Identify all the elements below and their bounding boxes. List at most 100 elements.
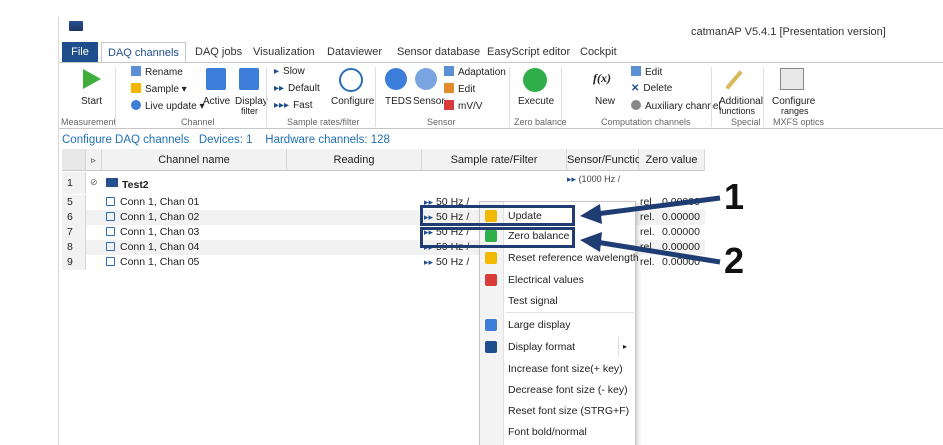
- tab-visualization[interactable]: Visualization: [247, 42, 321, 62]
- menu-item-increase-font-size-key[interactable]: Increase font size(+ key): [480, 359, 635, 379]
- menu-item-label: Large display: [508, 319, 571, 331]
- large-display-icon: [485, 319, 497, 331]
- menu-item-large-display[interactable]: Large display: [480, 315, 635, 335]
- tab-cockpit[interactable]: Cockpit: [574, 42, 623, 62]
- start-icon: [83, 69, 101, 89]
- menu-item-reset-reference-wavelength[interactable]: Reset reference wavelength: [480, 248, 639, 268]
- sample-button[interactable]: Sample ▾: [131, 83, 187, 95]
- tab-easyscript-editor[interactable]: EasyScript editor: [481, 42, 576, 62]
- configure-ranges-label: ranges: [781, 106, 809, 116]
- delete-button[interactable]: ✕ Delete: [631, 83, 672, 94]
- lightning-icon: [131, 83, 141, 93]
- zero-value-cell: 0.00000: [662, 196, 700, 208]
- channel-name[interactable]: Conn 1, Chan 04: [120, 240, 199, 255]
- menu-item-test-signal[interactable]: Test signal: [480, 291, 635, 311]
- channel-name[interactable]: Conn 1, Chan 02: [120, 210, 199, 225]
- additional-functions-label: functions: [719, 106, 756, 116]
- active-button[interactable]: Active: [203, 96, 230, 107]
- default-button[interactable]: ▸▸ Default: [274, 83, 320, 94]
- link-icon: ⊘: [90, 177, 98, 187]
- sensor-function-cell: rel.: [640, 256, 655, 268]
- header-sample-rate[interactable]: Sample rate/Filter: [422, 149, 567, 171]
- channel-name[interactable]: Conn 1, Chan 05: [120, 255, 199, 270]
- wand-icon: [725, 70, 743, 90]
- sensor-function-cell: rel.: [640, 211, 655, 223]
- edit-computation-button[interactable]: Edit: [631, 66, 662, 78]
- sensor-icon: [106, 255, 119, 270]
- header-zero-value[interactable]: Zero value: [639, 149, 705, 171]
- tab-file[interactable]: File: [62, 42, 98, 62]
- rename-icon: [131, 66, 141, 76]
- table-corner[interactable]: [62, 149, 86, 171]
- function-icon: f(x): [593, 71, 611, 85]
- callout-1: 1: [724, 176, 745, 217]
- menu-item-label: Reset font size (STRG+F): [508, 405, 630, 417]
- teds-button[interactable]: TEDS: [385, 96, 412, 107]
- menu-item-font-bold-normal[interactable]: Font bold/normal: [480, 422, 635, 442]
- highlight-zero-balance: [420, 205, 575, 226]
- row-number: 8: [62, 240, 86, 255]
- tab-daq-jobs[interactable]: DAQ jobs: [189, 42, 248, 62]
- header-sensor-function[interactable]: Sensor/Function: [567, 149, 647, 171]
- fast-button[interactable]: ▸▸▸ Fast: [274, 100, 313, 111]
- divider: [561, 67, 562, 127]
- sensor-icon: [106, 225, 119, 240]
- group-computation: Computation channels: [601, 117, 691, 127]
- sensor-button[interactable]: Sensor: [413, 96, 445, 107]
- live-update-button[interactable]: Live update ▾: [131, 100, 205, 112]
- header-channel-name[interactable]: Channel name: [102, 149, 287, 171]
- device-row[interactable]: 1 ⊘ Test2 ▸▸ (1000 Hz /: [62, 172, 705, 194]
- mv-v-button[interactable]: mV/V: [444, 100, 482, 112]
- teds-icon: [385, 68, 407, 90]
- forward-icon: ▸▸: [274, 83, 285, 94]
- auxiliary-icon: [631, 100, 641, 110]
- channel-name[interactable]: Conn 1, Chan 01: [120, 195, 199, 210]
- slow-button[interactable]: ▸ Slow: [274, 66, 305, 77]
- menu-item-display-format[interactable]: Display format ▸: [480, 337, 635, 357]
- menu-item-decrease-font-size-key[interactable]: Decrease font size (- key): [480, 380, 635, 400]
- sample-rate-cell[interactable]: ▸▸ 50 Hz /: [424, 255, 469, 270]
- adaptation-button[interactable]: Adaptation: [444, 66, 506, 78]
- rename-button[interactable]: Rename: [131, 66, 183, 78]
- execute-button[interactable]: Execute: [518, 96, 554, 107]
- hardware-channels-count: Hardware channels: 128: [265, 134, 390, 146]
- row-number: 9: [62, 255, 86, 270]
- filter-icon[interactable]: ▹: [86, 149, 102, 171]
- header-reading[interactable]: Reading: [287, 149, 422, 171]
- channel-name[interactable]: Conn 1, Chan 03: [120, 225, 199, 240]
- auxiliary-channel-button[interactable]: Auxiliary channel: [631, 100, 721, 112]
- devices-count: Devices: 1: [198, 134, 253, 146]
- divider: [266, 67, 267, 127]
- menu-item-electrical-values[interactable]: Electrical values: [480, 270, 635, 290]
- start-button[interactable]: Start: [81, 96, 102, 107]
- active-icon: [206, 68, 226, 90]
- window-title: catmanAP V5.4.1 [Presentation version]: [691, 26, 886, 38]
- tab-daq-channels[interactable]: DAQ channels: [101, 42, 186, 63]
- configure-sample-rates-button[interactable]: Configure: [331, 96, 374, 107]
- divider: [618, 337, 619, 357]
- edit-sensor-button[interactable]: Edit: [444, 83, 475, 95]
- group-channel: Channel: [181, 117, 215, 127]
- electrical-icon: [485, 274, 497, 286]
- ribbon-tabs: File DAQ channels DAQ jobs Visualization…: [59, 42, 943, 63]
- divider: [711, 67, 712, 127]
- sensor-function-cell: rel.: [640, 226, 655, 238]
- menu-item-reset-font-size-strg-f[interactable]: Reset font size (STRG+F): [480, 401, 635, 421]
- ribbon: Start Measurement Rename Sample ▾ Live u…: [59, 62, 943, 129]
- adaptation-icon: [444, 66, 454, 76]
- new-computation-button[interactable]: New: [595, 96, 615, 107]
- configure-daq-label[interactable]: Configure DAQ channels: [62, 134, 189, 146]
- app-logo-icon: [69, 21, 83, 31]
- menu-item-label: Font bold/normal: [508, 426, 587, 438]
- divider: [509, 67, 510, 127]
- device-name: Test2: [122, 179, 149, 191]
- clock-icon: [339, 68, 363, 92]
- mv-v-icon: [444, 100, 454, 110]
- group-measurement: Measurement: [61, 117, 117, 127]
- menu-item-label: Test signal: [508, 295, 558, 307]
- tab-sensor-database[interactable]: Sensor database: [391, 42, 486, 62]
- fast-forward-icon: ▸▸: [567, 174, 577, 184]
- submenu-arrow-icon: ▸: [623, 342, 628, 351]
- tab-dataviewer[interactable]: Dataviewer: [321, 42, 388, 62]
- sensor-icon: [106, 240, 119, 255]
